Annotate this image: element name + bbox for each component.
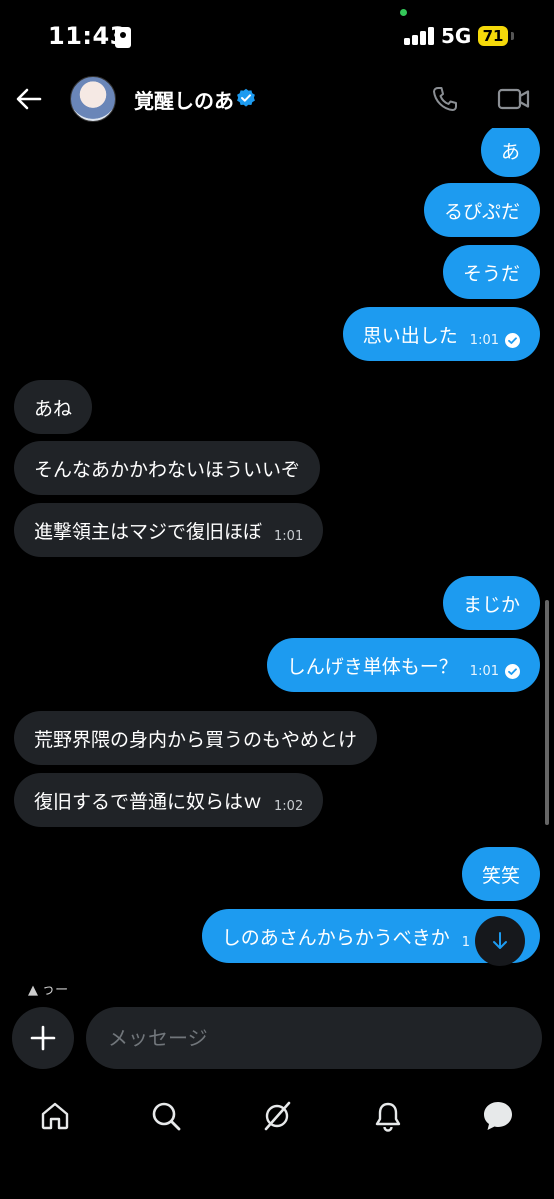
id-card-icon [115, 27, 131, 48]
tab-notifications[interactable] [371, 1099, 405, 1133]
plus-icon [30, 1025, 56, 1051]
incoming-message-bubble[interactable]: 荒野界隈の身内から買うのもやめとけ [14, 711, 378, 765]
phone-icon[interactable] [430, 84, 460, 114]
message-row: そうだ [0, 245, 554, 299]
scroll-down-icon [493, 932, 507, 949]
bottom-tab-bar [0, 1085, 554, 1147]
message-text: 進撃領主はマジで復旧ほぼ [34, 520, 263, 543]
typing-preview: ▲ うー [28, 985, 69, 997]
search-icon [152, 1102, 181, 1131]
read-check-icon [505, 332, 520, 348]
incoming-message-bubble[interactable]: 進撃領主はマジで復旧ほぼ 1:01 [14, 503, 324, 557]
scrollbar[interactable] [545, 600, 549, 825]
battery-cap [511, 32, 514, 40]
status-bar: 11:43 5G 71 [0, 0, 554, 70]
message-row: 進撃領主はマジで復旧ほぼ 1:01 [0, 503, 554, 557]
message-text: しのあさんからかうべきか [221, 926, 450, 949]
message-text: そんなあかかわないほういいぞ [34, 458, 301, 481]
camera-indicator-dot [400, 9, 407, 16]
message-row: 荒野界隈の身内から買うのもやめとけ [0, 711, 554, 765]
message-row: 復旧するで普通に奴らはｗ 1:02 [0, 773, 554, 827]
outgoing-message-bubble[interactable]: そうだ [442, 245, 540, 299]
incoming-message-bubble[interactable]: あね [14, 380, 93, 434]
message-text: しんげき単体もー？ [286, 655, 458, 678]
tab-home[interactable] [38, 1099, 72, 1133]
outgoing-message-bubble[interactable]: 笑笑 [461, 847, 540, 901]
message-row: あ [0, 128, 554, 177]
message-text: あね [34, 397, 73, 420]
back-arrow-icon[interactable] [14, 84, 44, 114]
message-row: 笑笑 [0, 847, 554, 901]
add-attachment-button[interactable] [12, 1007, 74, 1069]
outgoing-message-bubble[interactable]: しんげき単体もー？ 1:01 [266, 638, 540, 692]
signal-strength-icon [404, 27, 436, 45]
message-text: 荒野界隈の身内から買うのもやめとけ [34, 728, 358, 751]
message-text: まじか [462, 593, 520, 616]
network-type: 5G [441, 24, 472, 48]
tab-grok[interactable] [260, 1099, 294, 1133]
message-row: そんなあかかわないほういいぞ [0, 441, 554, 495]
tab-search[interactable] [149, 1099, 183, 1133]
message-row: るぴぷだ [0, 183, 554, 237]
video-camera-icon[interactable] [497, 86, 531, 112]
message-timestamp: 1:01 [274, 528, 304, 544]
outgoing-message-bubble[interactable]: あ [480, 128, 540, 177]
outgoing-message-bubble[interactable]: まじか [442, 576, 540, 630]
message-text: 思い出した [362, 324, 458, 347]
message-text: 復旧するで普通に奴らはｗ [34, 790, 263, 813]
conversation-name[interactable]: 覚醒しのあ [134, 85, 234, 114]
avatar[interactable] [70, 76, 116, 122]
message-timestamp: 1:01 [469, 332, 499, 348]
message-text: そうだ [462, 262, 520, 285]
grok-icon [264, 1101, 291, 1131]
message-row: しんげき単体もー？ 1:01 [0, 638, 554, 692]
message-text: あ [500, 140, 520, 163]
message-row: しのあさんからかうべきか 1 [0, 909, 554, 963]
battery-level: 71 [478, 26, 508, 46]
home-icon [41, 1102, 69, 1130]
outgoing-message-bubble[interactable]: 思い出した 1:01 [342, 307, 540, 361]
message-row: 思い出した 1:01 [0, 307, 554, 361]
message-thread[interactable]: あ るぴぷだ そうだ 思い出した 1:01 あね そんなあかかわないほういいぞ … [0, 128, 554, 998]
message-timestamp: 1:01 [469, 663, 499, 679]
scroll-to-bottom-button[interactable] [475, 916, 525, 966]
read-check-icon [505, 663, 520, 679]
incoming-message-bubble[interactable]: そんなあかかわないほういいぞ [14, 441, 321, 495]
message-text: るぴぷだ [443, 200, 520, 223]
message-input[interactable] [86, 1007, 542, 1069]
bell-icon [375, 1102, 401, 1132]
message-row: まじか [0, 576, 554, 630]
incoming-message-bubble[interactable]: 復旧するで普通に奴らはｗ 1:02 [14, 773, 324, 827]
message-text: 笑笑 [481, 864, 520, 887]
messages-icon [484, 1102, 512, 1130]
message-timestamp: 1:02 [274, 798, 304, 814]
tab-messages[interactable] [481, 1099, 515, 1133]
message-timestamp: 1 [461, 934, 470, 950]
verified-badge-icon [237, 88, 255, 107]
message-row: あね [0, 380, 554, 434]
conversation-header: 覚醒しのあ [0, 70, 554, 128]
outgoing-message-bubble[interactable]: るぴぷだ [423, 183, 540, 237]
